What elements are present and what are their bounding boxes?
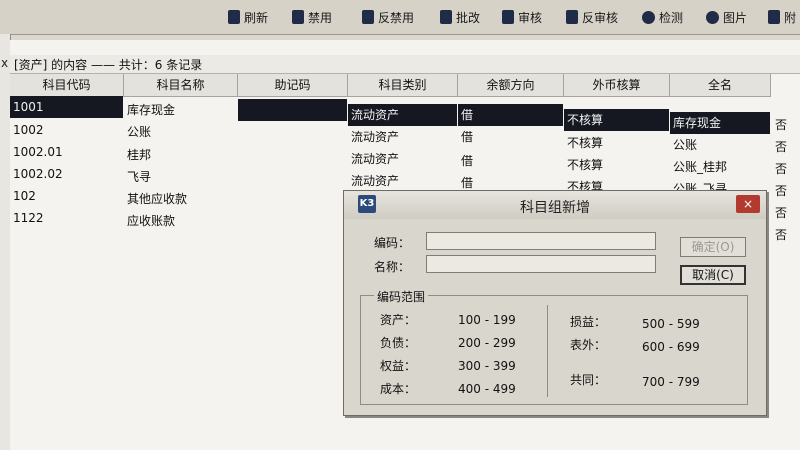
range-value-off-balance: 600 - 699 (642, 340, 700, 354)
dialog-title: 科目组新增 (520, 200, 590, 216)
table-cell-code[interactable]: 1002.02 (10, 163, 123, 185)
column-header-fullname[interactable]: 全名 (670, 74, 771, 97)
dialog-titlebar[interactable]: K3 科目组新增 × (344, 191, 766, 219)
code-label: 编码： (374, 236, 411, 250)
table-cell-name[interactable]: 桂邦 (124, 144, 237, 166)
toolbar-batch-edit-button[interactable]: 批改 (440, 8, 480, 26)
table-cell-name[interactable]: 公账 (124, 121, 237, 143)
range-value-cost: 400 - 499 (458, 382, 516, 396)
table-cell-flag[interactable]: 否 (772, 202, 800, 224)
table-cell-forex[interactable]: 不核算 (564, 154, 669, 176)
column-header-mnemonic[interactable]: 助记码 (238, 74, 348, 97)
table-cell-category[interactable]: 流动资产 (348, 126, 457, 148)
range-value-liability: 200 - 299 (458, 336, 516, 350)
range-value-common: 700 - 799 (642, 375, 700, 389)
table-cell-name[interactable]: 库存现金 (124, 99, 237, 121)
range-label-asset: 资产： (380, 313, 417, 327)
search-icon (642, 10, 655, 24)
cancel-button[interactable]: 取消(C) (680, 265, 746, 285)
table-cell-category[interactable]: 流动资产 (348, 148, 457, 170)
table-cell-code[interactable]: 1002.01 (10, 141, 123, 163)
toolbar-unaudit-button[interactable]: 反审核 (566, 8, 618, 26)
name-label: 名称： (374, 260, 411, 274)
table-cell-category[interactable]: 流动资产 (348, 170, 457, 192)
toolbar: 刷新 禁用 反禁用 批改 审核 反审核 检测 图片 附 (0, 0, 800, 35)
table-cell-name[interactable]: 飞寻 (124, 166, 237, 188)
table-cell-fullname[interactable]: 库存现金 (670, 112, 770, 134)
column-header-code[interactable]: 科目代码 (10, 74, 124, 97)
range-value-asset: 100 - 199 (458, 313, 516, 327)
batch-edit-icon (440, 10, 452, 24)
column-header-direction[interactable]: 余额方向 (458, 74, 564, 97)
range-divider (547, 305, 548, 397)
table-cell-flag[interactable]: 否 (772, 224, 800, 246)
toolbar-enable-button[interactable]: 反禁用 (362, 8, 414, 26)
range-label-cost: 成本： (380, 382, 417, 396)
code-range-legend: 编码范围 (374, 288, 429, 305)
caption-bar: [资产] 的内容 —— 共计：6 条记录 (10, 55, 800, 74)
enable-icon (362, 10, 374, 24)
disable-icon (292, 10, 304, 24)
toolbar-audit-button[interactable]: 审核 (502, 8, 542, 26)
code-input[interactable] (426, 232, 656, 250)
name-input[interactable] (426, 255, 656, 273)
attach-icon (768, 10, 780, 24)
table-cell-name[interactable]: 其他应收款 (124, 188, 237, 210)
column-header-forex[interactable]: 外币核算 (564, 74, 670, 97)
table-cell-flag[interactable]: 否 (772, 158, 800, 180)
ok-button[interactable]: 确定(O) (680, 237, 746, 257)
close-icon[interactable]: x (1, 56, 8, 70)
range-value-profit-loss: 500 - 599 (642, 317, 700, 331)
toolbar-chart-button[interactable]: 图片 (706, 8, 747, 26)
toolbar-refresh-button[interactable]: 刷新 (228, 8, 268, 26)
range-value-equity: 300 - 399 (458, 359, 516, 373)
audit-icon (502, 10, 514, 24)
refresh-icon (228, 10, 240, 24)
table-cell-flag[interactable]: 否 (772, 136, 800, 158)
toolbar-check-button[interactable]: 检测 (642, 8, 683, 26)
table-cell-mnemonic[interactable] (238, 99, 347, 121)
table-cell-direction[interactable]: 借 (458, 150, 563, 172)
table-cell-code[interactable]: 102 (10, 185, 123, 207)
table-cell-forex[interactable]: 不核算 (564, 132, 669, 154)
table-cell-code[interactable]: 1001 (10, 96, 123, 118)
table-cell-direction[interactable]: 借 (458, 126, 563, 148)
range-label-common: 共同： (570, 373, 607, 387)
record-count-caption: [资产] 的内容 —— 共计：6 条记录 (14, 58, 203, 72)
range-label-profit-loss: 损益： (570, 315, 607, 329)
chart-icon (706, 10, 719, 24)
range-label-off-balance: 表外： (570, 338, 607, 352)
table-cell-forex[interactable]: 不核算 (564, 109, 669, 131)
toolbar-disable-button[interactable]: 禁用 (292, 8, 332, 26)
table-cell-category[interactable]: 流动资产 (348, 104, 457, 126)
new-account-group-dialog: K3 科目组新增 × 编码： 名称： 确定(O) 取消(C) 编码范围 资产： … (343, 190, 767, 416)
table-cell-code[interactable]: 1122 (10, 207, 123, 229)
toolbar-attach-button[interactable]: 附 (768, 8, 796, 26)
table-cell-fullname[interactable]: 公账 (670, 134, 770, 156)
column-header-name[interactable]: 科目名称 (124, 74, 238, 97)
table-cell-fullname[interactable]: 公账_桂邦 (670, 156, 770, 178)
table-cell-flag[interactable]: 否 (772, 114, 800, 136)
column-header-category[interactable]: 科目类别 (348, 74, 458, 97)
range-label-liability: 负债： (380, 336, 417, 350)
table-cell-code[interactable]: 1002 (10, 119, 123, 141)
unaudit-icon (566, 10, 578, 24)
table-cell-flag[interactable]: 否 (772, 180, 800, 202)
range-label-equity: 权益： (380, 359, 417, 373)
close-icon[interactable]: × (736, 195, 760, 213)
table-cell-name[interactable]: 应收账款 (124, 210, 237, 232)
table-cell-direction[interactable]: 借 (458, 104, 563, 126)
